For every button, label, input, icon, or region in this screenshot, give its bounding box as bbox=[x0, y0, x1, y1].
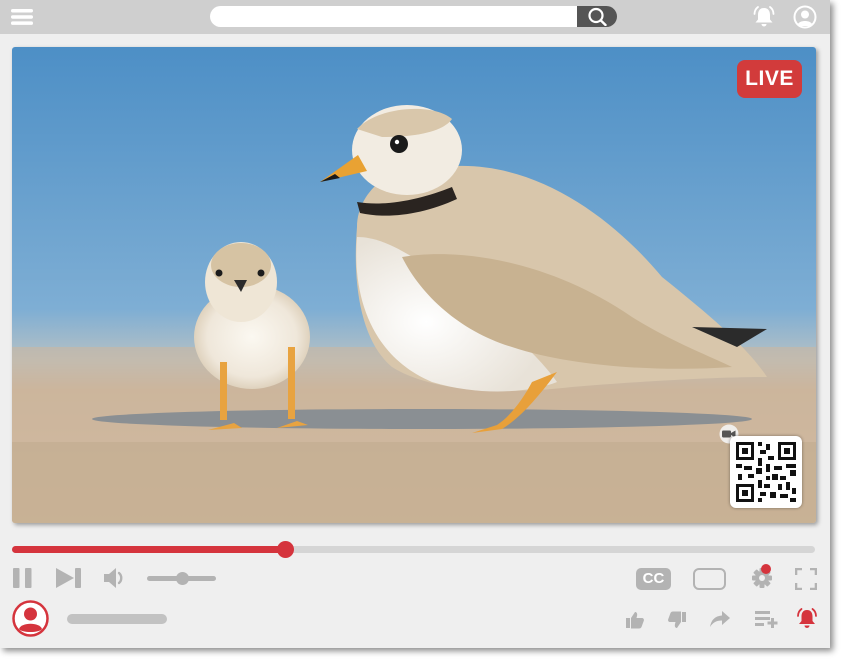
progress-fill bbox=[12, 546, 286, 553]
progress-bar[interactable] bbox=[12, 541, 815, 558]
share-icon bbox=[710, 611, 730, 627]
add-to-playlist-button[interactable] bbox=[754, 610, 780, 628]
account-icon[interactable] bbox=[793, 5, 817, 29]
next-button[interactable] bbox=[55, 567, 83, 589]
progress-scrubber[interactable] bbox=[277, 541, 295, 558]
share-button[interactable] bbox=[709, 610, 731, 628]
video-image bbox=[12, 47, 816, 523]
thumbs-up-icon bbox=[626, 612, 644, 629]
search-icon bbox=[587, 7, 608, 31]
fullscreen-button[interactable] bbox=[794, 567, 818, 591]
volume-icon bbox=[104, 568, 123, 588]
channel-avatar[interactable] bbox=[12, 600, 49, 637]
thumbs-down-icon bbox=[668, 611, 686, 628]
menu-icon[interactable] bbox=[11, 9, 33, 25]
search-button[interactable] bbox=[577, 6, 617, 27]
like-button[interactable] bbox=[625, 611, 645, 629]
qr-code[interactable] bbox=[730, 436, 802, 508]
volume-slider[interactable] bbox=[147, 572, 216, 585]
captions-button[interactable]: CC bbox=[636, 568, 671, 590]
playlist-add-icon bbox=[755, 611, 778, 628]
theater-mode-button[interactable] bbox=[693, 568, 726, 590]
live-badge: LIVE bbox=[737, 60, 802, 98]
channel-name[interactable] bbox=[67, 614, 167, 624]
dislike-button[interactable] bbox=[667, 611, 687, 629]
skip-next-icon bbox=[56, 568, 81, 588]
player-window: LIVE CC bbox=[0, 0, 830, 648]
volume-button[interactable] bbox=[103, 567, 127, 589]
avatar-icon bbox=[12, 600, 49, 637]
settings-notification-dot bbox=[761, 564, 771, 574]
volume-knob[interactable] bbox=[175, 572, 189, 585]
subscribe-bell-button[interactable] bbox=[795, 607, 819, 631]
pause-button[interactable] bbox=[12, 567, 34, 589]
bell-ring-icon bbox=[797, 608, 817, 628]
pause-icon bbox=[13, 568, 32, 588]
search-input[interactable] bbox=[210, 6, 578, 27]
bell-icon[interactable] bbox=[751, 5, 777, 29]
video-frame[interactable] bbox=[12, 47, 816, 523]
settings-button[interactable] bbox=[750, 564, 774, 590]
fullscreen-icon bbox=[794, 567, 818, 591]
